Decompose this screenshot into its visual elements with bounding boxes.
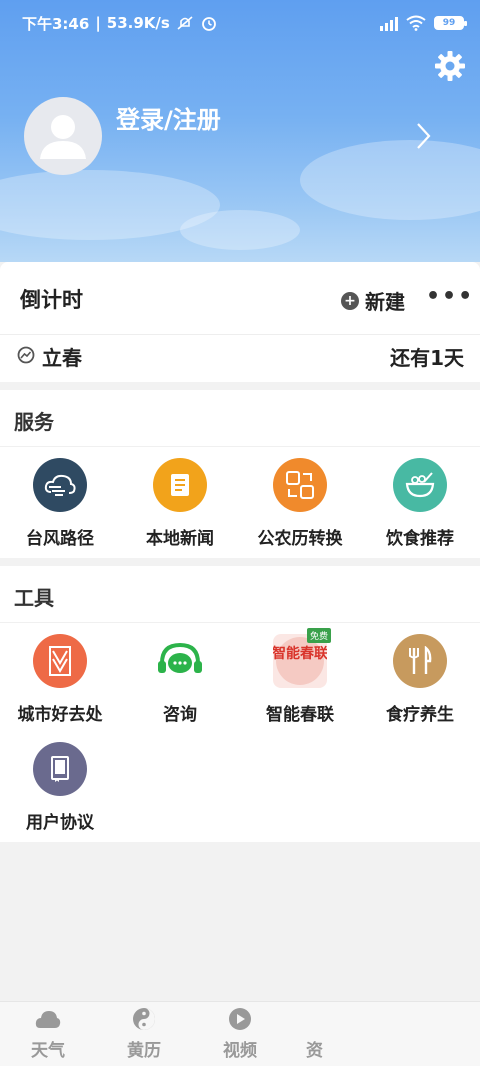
nav-almanac[interactable]: 黄历	[114, 1006, 174, 1061]
service-calendar-convert[interactable]: 公农历转换	[240, 458, 360, 549]
divider	[0, 334, 480, 335]
signal-icon	[380, 15, 398, 31]
user-placeholder-icon	[40, 115, 86, 159]
yinyang-icon	[130, 1006, 158, 1032]
gear-icon[interactable]	[434, 50, 466, 82]
nav-label: 视频	[223, 1041, 257, 1061]
info-icon	[312, 1006, 340, 1032]
nav-video[interactable]: 视频	[210, 1006, 270, 1061]
login-register-link[interactable]: 登录/注册	[116, 100, 221, 135]
mute-icon	[177, 16, 193, 30]
countdown-title: 倒计时	[20, 288, 83, 312]
countdown-item-name[interactable]: 立春	[42, 342, 82, 371]
status-bar: 下午3:46 | 53.9K/s 99	[22, 10, 467, 36]
tool-city-places[interactable]: 城市好去处	[0, 634, 120, 725]
divider	[0, 622, 480, 623]
tool-label: 用户协议	[26, 813, 94, 833]
cloud-decoration	[180, 210, 300, 250]
avatar[interactable]	[24, 97, 102, 175]
service-food-recommend[interactable]: 饮食推荐	[360, 458, 480, 549]
tool-label: 城市好去处	[17, 705, 103, 725]
more-options-icon[interactable]: •••	[426, 284, 474, 309]
status-speed: 53.9K/s	[106, 14, 170, 32]
service-label: 公农历转换	[257, 529, 343, 549]
cloud-decoration	[300, 140, 480, 220]
services-section: 服务 台风路径 本地新闻 公农历转换 饮食推荐	[0, 390, 480, 558]
service-label: 台风路径	[26, 529, 94, 549]
divider	[0, 446, 480, 447]
nav-info[interactable]: 资	[306, 1006, 346, 1061]
status-separator: |	[95, 14, 101, 32]
nav-label: 黄历	[127, 1041, 161, 1061]
service-typhoon-path[interactable]: 台风路径	[0, 458, 120, 549]
nav-weather[interactable]: 天气	[18, 1006, 78, 1061]
service-label: 饮食推荐	[386, 529, 454, 549]
tools-section: 工具 城市好去处 咨询 智能春联 免费 智能春联 食疗养生 用户协议	[0, 566, 480, 842]
tool-label: 咨询	[163, 705, 197, 725]
chat-icon	[153, 634, 207, 688]
svg-text:智能春联: 智能春联	[273, 645, 327, 662]
profile-header: 下午3:46 | 53.9K/s 99 登录/注册	[0, 0, 480, 262]
tool-consult[interactable]: 咨询	[120, 634, 240, 725]
plus-icon: +	[341, 291, 359, 310]
service-label: 本地新闻	[146, 529, 214, 549]
bottom-nav: 天气 黄历 视频 资	[0, 1001, 480, 1066]
service-local-news[interactable]: 本地新闻	[120, 458, 240, 549]
city-icon	[33, 634, 87, 688]
nav-label: 天气	[31, 1041, 65, 1061]
countdown-item-remaining: 还有1天	[390, 346, 464, 370]
new-countdown-button[interactable]: + 新建	[341, 286, 405, 315]
weather-icon	[34, 1006, 62, 1032]
alarm-icon	[201, 17, 216, 31]
agreement-icon	[33, 742, 87, 796]
tool-label: 智能春联	[266, 705, 334, 725]
chevron-right-icon[interactable]	[416, 122, 432, 150]
calendar-convert-icon	[273, 458, 327, 512]
wifi-icon	[406, 15, 426, 31]
news-icon	[153, 458, 207, 512]
countdown-item-icon	[17, 346, 35, 364]
fork-knife-icon	[393, 634, 447, 688]
food-bowl-icon	[393, 458, 447, 512]
tool-label: 食疗养生	[386, 705, 454, 725]
tool-user-agreement[interactable]: 用户协议	[0, 742, 120, 833]
countdown-card: 倒计时 + 新建 ••• 立春 还有1天	[0, 262, 480, 382]
tool-smart-couplet[interactable]: 智能春联 免费 智能春联	[240, 628, 360, 725]
nav-label: 资	[306, 1041, 323, 1061]
new-countdown-label: 新建	[365, 290, 405, 314]
typhoon-icon	[33, 458, 87, 512]
services-title: 服务	[14, 410, 54, 434]
free-tag: 免费	[306, 628, 331, 643]
status-time: 下午3:46	[22, 14, 90, 33]
tools-title: 工具	[14, 586, 54, 610]
tool-diet-health[interactable]: 食疗养生	[360, 634, 480, 725]
video-icon	[226, 1006, 254, 1032]
couplet-icon: 智能春联 免费	[273, 628, 331, 688]
battery-icon: 99	[434, 16, 467, 30]
